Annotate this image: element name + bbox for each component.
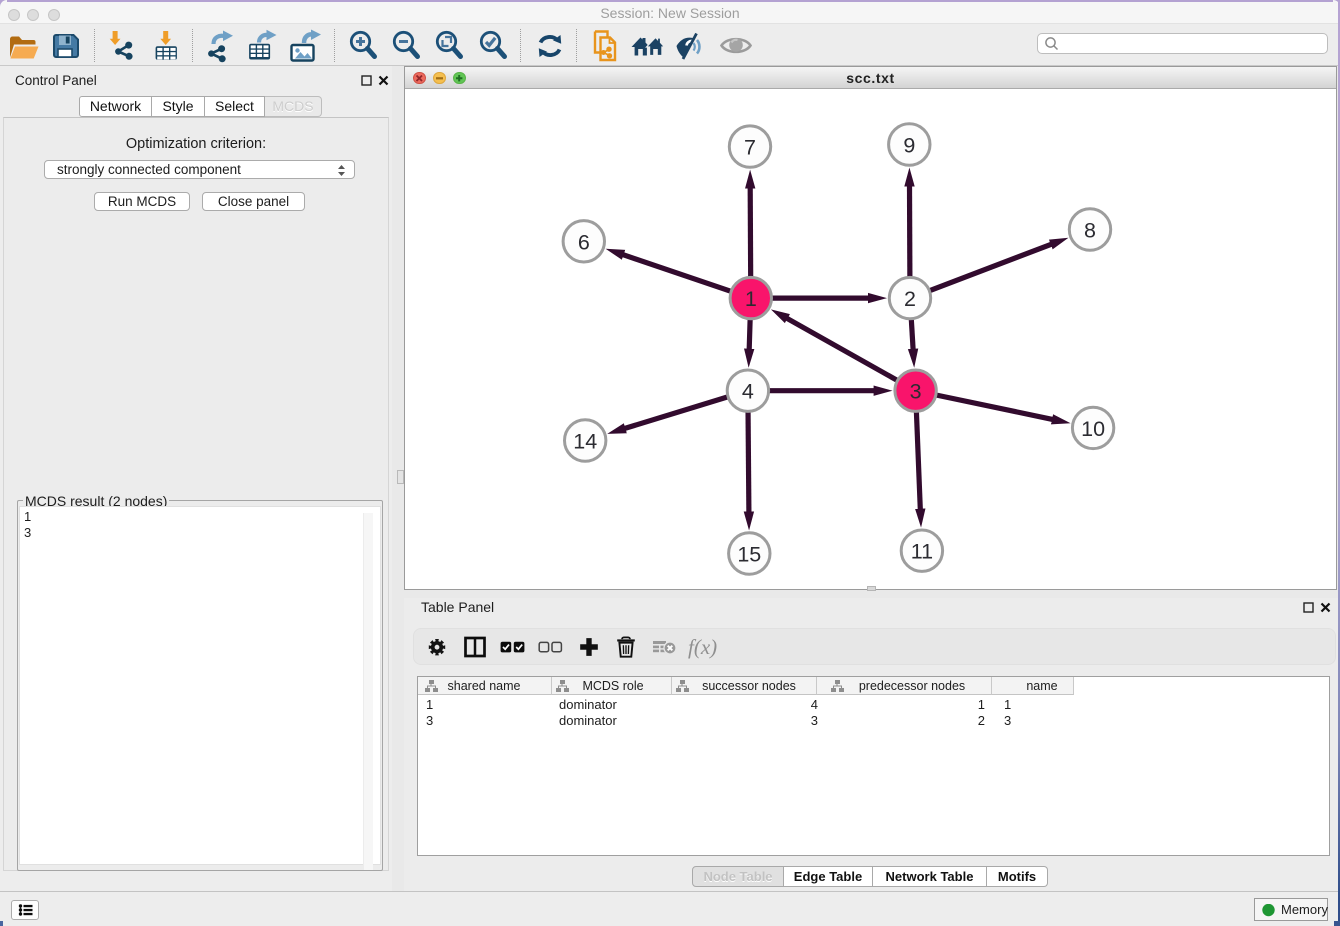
- svg-text:4: 4: [742, 380, 754, 404]
- svg-text:10: 10: [1081, 417, 1105, 441]
- svg-text:1: 1: [745, 287, 757, 311]
- svg-text:f(x): f(x): [688, 635, 717, 659]
- svg-text:2: 2: [904, 287, 916, 311]
- svg-text:11: 11: [911, 540, 933, 564]
- svg-text:6: 6: [578, 230, 590, 254]
- svg-text:14: 14: [573, 430, 597, 454]
- svg-text:7: 7: [744, 136, 756, 160]
- svg-text:8: 8: [1084, 219, 1096, 243]
- svg-text:9: 9: [903, 134, 915, 158]
- svg-text:3: 3: [910, 380, 922, 404]
- svg-text:15: 15: [737, 543, 761, 567]
